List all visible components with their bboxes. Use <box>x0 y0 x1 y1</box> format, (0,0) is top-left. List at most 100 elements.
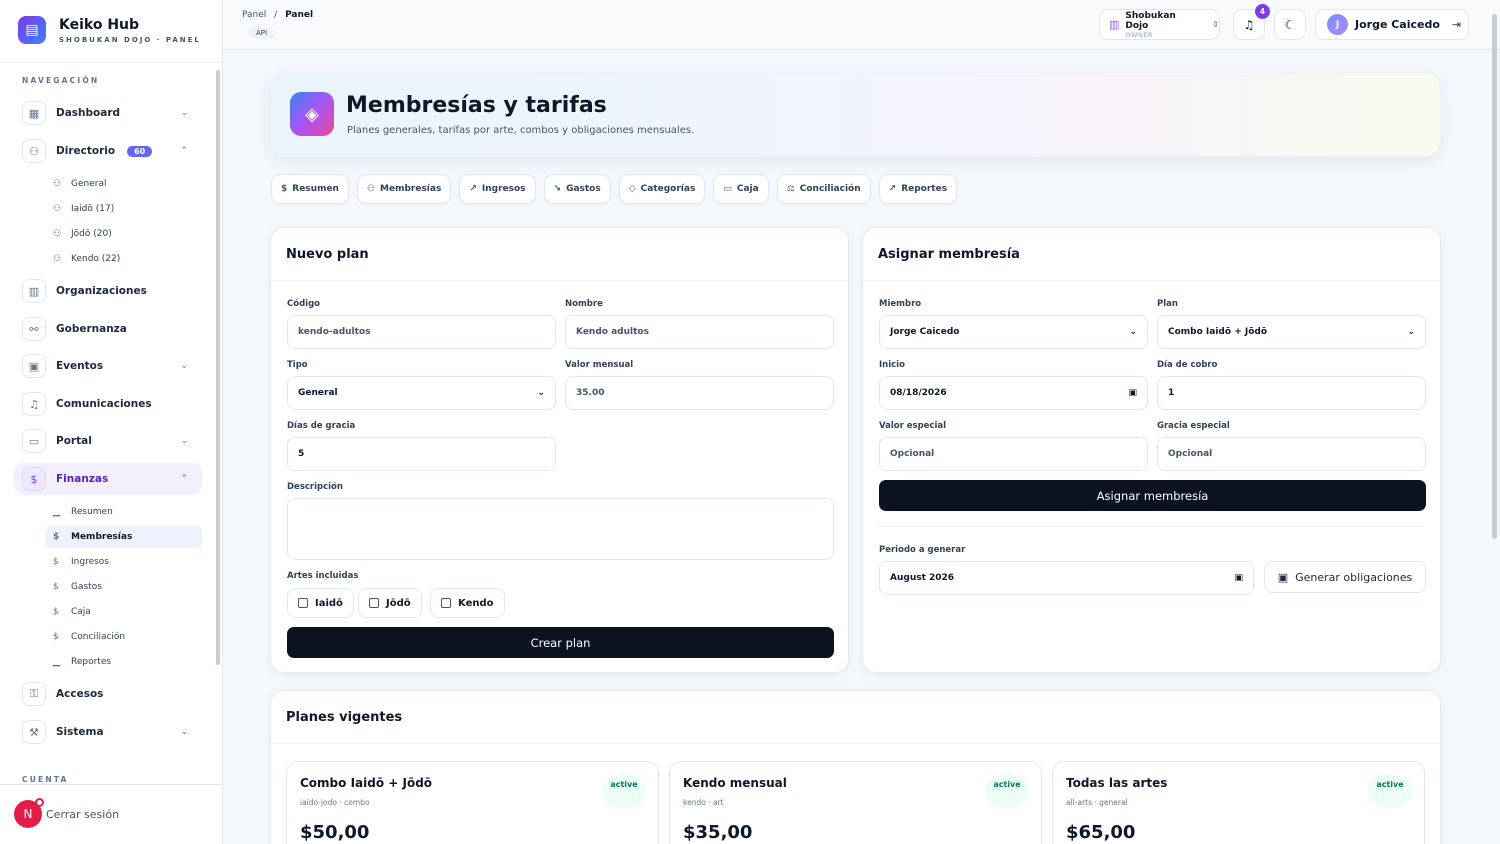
sidebar-item-directorio[interactable]: ⚇ Directorio 60 ⌃ <box>14 135 202 167</box>
plan-label: Plan <box>1157 299 1178 309</box>
user-menu[interactable]: J Jorge Caicedo ⇥ <box>1315 9 1469 40</box>
sidebar-bottom-divider <box>0 784 222 785</box>
sidebar-item-organizaciones[interactable]: ▥ Organizaciones <box>14 275 202 307</box>
notifications-button[interactable]: ♫ 4 <box>1233 4 1270 40</box>
arte-checkbox-jodo[interactable]: Jōdō <box>358 588 422 618</box>
tab-label: Ingresos <box>481 184 526 194</box>
nombre-input[interactable]: Kendo adultos <box>565 315 834 349</box>
inicio-date-input[interactable]: 08/18/2026 ▣ <box>879 376 1148 410</box>
tab-membresias[interactable]: ⚇ Membresías <box>356 174 452 204</box>
sidebar-subitem-label: Ingresos <box>71 557 109 567</box>
sidebar-item-accesos[interactable]: ⚿ Accesos <box>14 678 202 710</box>
chevron-up-icon: ⌃ <box>180 474 188 484</box>
sidebar-subitem-general[interactable]: ⚇ General <box>45 173 202 195</box>
sidebar-subitem-conciliacion[interactable]: $ Conciliación <box>45 626 202 648</box>
plan-select[interactable]: Combo Iaidō + Jōdō ⌄ <box>1157 315 1426 349</box>
tab-categorias[interactable]: ◇ Categorías <box>618 174 706 204</box>
line-chart-icon: ↗ <box>888 184 897 194</box>
chevron-down-icon: ⌄ <box>180 361 188 371</box>
org-selector[interactable]: ▥ Shobukan Dojo OWNER ⇕ <box>1099 9 1220 40</box>
sidebar-item-sistema[interactable]: ⚒ Sistema ⌄ <box>14 716 202 748</box>
brand-logo-icon: ▤ <box>18 16 46 44</box>
sidebar-subitem-resumen[interactable]: ▁ Resumen <box>45 501 202 523</box>
create-plan-button[interactable]: Crear plan <box>287 627 834 658</box>
dia-cobro-input[interactable]: 1 <box>1157 376 1426 410</box>
gracia-especial-input[interactable]: Opcional <box>1157 437 1426 471</box>
sidebar-subitem-gastos[interactable]: $ Gastos <box>45 576 202 598</box>
sidebar-subitem-label: Reportes <box>71 657 112 667</box>
valor-especial-input[interactable]: Opcional <box>879 437 1148 471</box>
tab-reportes[interactable]: ↗ Reportes <box>878 174 958 204</box>
main-scrollbar[interactable] <box>1492 14 1497 539</box>
tab-gastos[interactable]: ↘ Gastos <box>543 174 611 204</box>
sidebar-item-eventos[interactable]: ▣ Eventos ⌄ <box>14 350 202 382</box>
miembro-select[interactable]: Jorge Caicedo ⌄ <box>879 315 1148 349</box>
sidebar-item-dashboard[interactable]: ▦ Dashboard ⌄ <box>14 97 202 129</box>
sidebar-subitem-caja[interactable]: $ Caja <box>45 601 202 623</box>
plan-card[interactable]: Combo Iaidō + Jōdō iaido-jodo · combo $5… <box>286 761 659 844</box>
tab-ingresos[interactable]: ↗ Ingresos <box>459 174 536 204</box>
generate-obligations-button[interactable]: ▣ Generar obligaciones <box>1264 561 1426 593</box>
card-divider <box>271 280 848 281</box>
tab-label: Resumen <box>292 184 339 194</box>
sidebar-item-portal[interactable]: ▭ Portal ⌄ <box>14 425 202 457</box>
avatar-initial: N <box>23 807 33 821</box>
tipo-select[interactable]: General ⌄ <box>287 376 556 410</box>
moon-icon: ☾ <box>1284 17 1296 32</box>
codigo-input[interactable]: kendo-adultos <box>287 315 556 349</box>
status-dot <box>35 798 44 807</box>
new-plan-card: Nuevo plan Código kendo-adultos Nombre K… <box>270 227 849 673</box>
sidebar: ▤ Keiko Hub SHOBUKAN DOJO · PANEL NAVEGA… <box>0 0 223 844</box>
arte-checkbox-kendo[interactable]: Kendo <box>430 588 505 618</box>
chevron-down-icon: ⌄ <box>180 108 188 118</box>
sidebar-subitem-jodo[interactable]: ⚇ Jōdō (20) <box>45 223 202 245</box>
plan-card[interactable]: Kendo mensual kendo · art $35,00 active <box>669 761 1042 844</box>
arrow-down-right-icon: ↘ <box>553 184 562 194</box>
tab-conciliacion[interactable]: ⚖ Conciliación <box>776 174 871 204</box>
artes-label: Artes incluidas <box>287 571 359 581</box>
users-icon: ⚇ <box>22 139 46 163</box>
descripcion-textarea[interactable] <box>287 498 834 560</box>
breadcrumb-root[interactable]: Panel <box>242 10 266 20</box>
sidebar-item-gobernanza[interactable]: ⚯ Gobernanza <box>14 313 202 345</box>
gracia-input[interactable]: 5 <box>287 437 556 471</box>
dollar-icon: $ <box>22 467 46 491</box>
sidebar-item-comunicaciones[interactable]: ♫ Comunicaciones <box>14 388 202 420</box>
tab-resumen[interactable]: $ Resumen <box>271 174 349 204</box>
logout-icon[interactable]: ⇥ <box>1452 18 1461 31</box>
sidebar-subitem-kendo[interactable]: ⚇ Kendo (22) <box>45 248 202 270</box>
valor-input[interactable]: 35.00 <box>565 376 834 410</box>
periodo-month-input[interactable]: August 2026 ▣ <box>879 561 1254 595</box>
arte-checkbox-iaido[interactable]: Iaidō <box>287 588 354 618</box>
sidebar-subitem-membresias[interactable]: $ Membresías <box>45 526 202 548</box>
bar-chart-icon: ▁ <box>53 657 60 667</box>
plan-card[interactable]: Todas las artes all-arts · general $65,0… <box>1052 761 1425 844</box>
logout-button[interactable]: N Cerrar sesión <box>14 798 119 828</box>
tab-caja[interactable]: ▭ Caja <box>713 174 769 204</box>
avatar: N <box>14 798 44 828</box>
theme-toggle-button[interactable]: ☾ <box>1274 9 1306 40</box>
sidebar-subitem-ingresos[interactable]: $ Ingresos <box>45 551 202 573</box>
status-badge: active <box>985 774 1029 808</box>
sidebar-subitem-iaido[interactable]: ⚇ Iaidō (17) <box>45 198 202 220</box>
sidebar-subitem-label: Kendo (22) <box>71 254 121 264</box>
calendar-icon[interactable]: ▣ <box>1128 388 1137 398</box>
tab-label: Reportes <box>901 184 948 194</box>
sidebar-scrollbar[interactable] <box>216 70 220 665</box>
miembro-label: Miembro <box>879 299 922 309</box>
inicio-date-value: 08/18/2026 <box>890 388 947 398</box>
sidebar-item-label: Dashboard <box>56 107 121 119</box>
assign-membership-button[interactable]: Asignar membresía <box>879 480 1426 511</box>
chevron-down-icon: ⌄ <box>1129 327 1137 337</box>
finance-tabs: $ Resumen ⚇ Membresías ↗ Ingresos ↘ Gastos ◇… <box>271 174 965 204</box>
sidebar-item-label: Organizaciones <box>56 285 147 297</box>
plan-price: $65,00 <box>1066 822 1136 843</box>
sidebar-subitem-label: Jōdō (20) <box>71 229 112 239</box>
brand[interactable]: ▤ Keiko Hub SHOBUKAN DOJO · PANEL <box>18 16 201 44</box>
calendar-icon[interactable]: ▣ <box>1234 573 1243 583</box>
breadcrumb-current: Panel <box>285 10 314 20</box>
dollar-icon: $ <box>53 557 59 567</box>
plan-name: Kendo mensual <box>683 776 787 790</box>
sidebar-item-finanzas[interactable]: $ Finanzas ⌃ <box>14 463 202 495</box>
sidebar-subitem-reportes[interactable]: ▁ Reportes <box>45 651 202 673</box>
